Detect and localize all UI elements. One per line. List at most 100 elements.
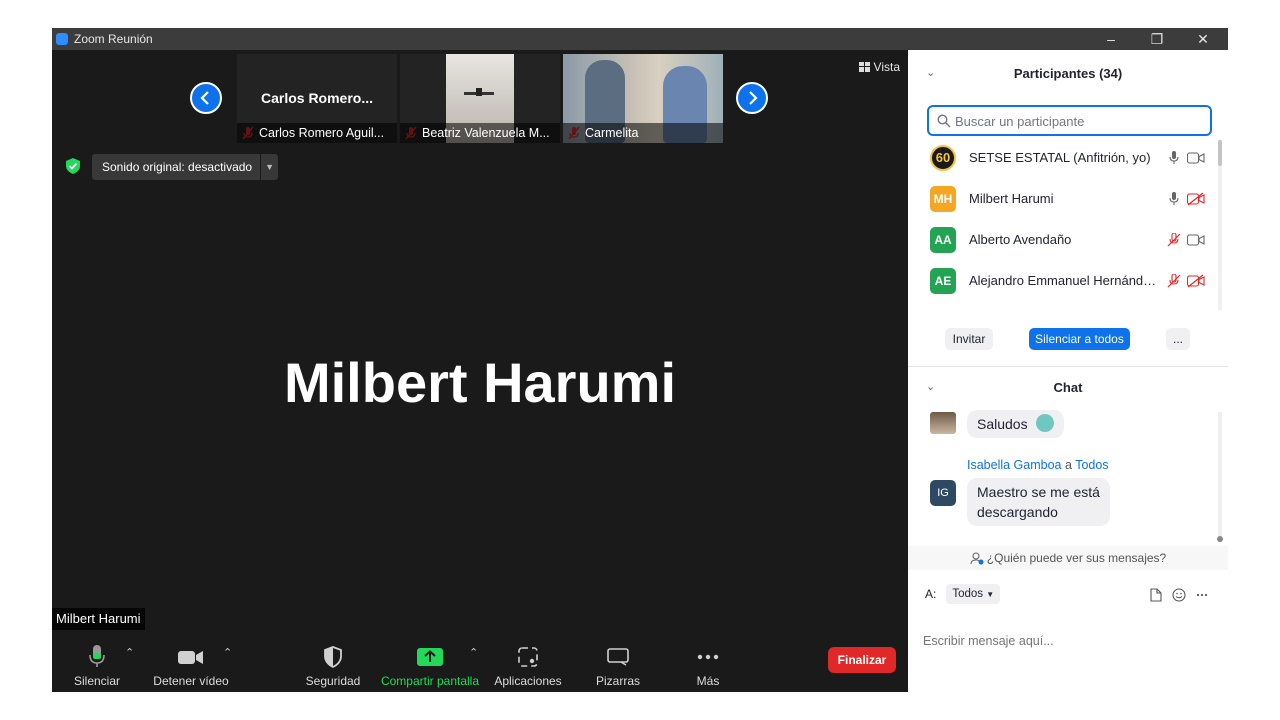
thumbnail-name: Carmelita <box>563 123 723 143</box>
file-icon[interactable] <box>1150 588 1162 602</box>
chat-recipient[interactable]: Todos <box>1075 458 1108 472</box>
chat-sender-line: Isabella Gamboa a Todos <box>967 458 1109 472</box>
search-input[interactable] <box>955 111 1205 131</box>
close-button[interactable]: ✕ <box>1180 28 1226 50</box>
chat-title: Chat <box>1053 380 1083 395</box>
stop-video-label: Detener vídeo <box>153 674 229 688</box>
avatar: AA <box>930 226 956 253</box>
next-page-button[interactable] <box>736 82 768 114</box>
participants-scrollbar[interactable] <box>1218 140 1222 310</box>
collapse-chat-icon[interactable]: ⌄ <box>926 380 935 393</box>
participants-header: ⌄ Participantes (34) <box>908 66 1228 81</box>
mute-label: Silenciar <box>73 674 121 688</box>
original-sound-button[interactable]: Sonido original: desactivado ▼ <box>92 154 279 180</box>
security-button[interactable]: Seguridad <box>304 634 362 692</box>
stop-video-button[interactable]: Detener vídeo <box>152 634 230 692</box>
title-bar: Zoom Reunión – ❐ ✕ <box>52 28 1228 50</box>
mic-icon[interactable] <box>1165 150 1183 166</box>
recipient-dropdown[interactable]: Todos ▼ <box>946 584 1001 604</box>
chat-message-input[interactable] <box>923 634 1213 678</box>
participant-row[interactable]: AE Alejandro Emmanuel Hernánde... <box>930 260 1215 301</box>
share-screen-icon <box>417 648 443 666</box>
minimize-button[interactable]: – <box>1088 28 1134 50</box>
participant-search[interactable] <box>927 105 1212 136</box>
more-dots-icon <box>697 654 719 660</box>
video-options-caret-icon[interactable]: ⌃ <box>223 646 232 659</box>
participant-row[interactable]: AA Alberto Avendaño <box>930 219 1215 260</box>
thumbnail-carlos[interactable]: Carlos Romero... Carlos Romero Aguil... <box>237 54 397 143</box>
chat-scrollbar[interactable] <box>1218 412 1222 542</box>
thumbnail-name: Carlos Romero Aguil... <box>237 123 397 143</box>
apps-button[interactable]: Aplicaciones <box>492 634 564 692</box>
view-label: Vista <box>873 60 900 74</box>
participants-more-button[interactable]: ... <box>1166 328 1190 350</box>
avatar: AE <box>930 267 956 294</box>
chat-more-icon[interactable] <box>1196 593 1208 597</box>
chat-visibility-bar: ¿Quién puede ver sus mensajes? <box>908 546 1228 570</box>
video-off-icon[interactable] <box>1187 191 1205 207</box>
participant-name: SETSE ESTATAL (Anfitrión, yo) <box>969 150 1151 165</box>
panel-divider <box>908 366 1228 367</box>
audio-options-caret-icon[interactable]: ⌃ <box>125 646 134 659</box>
prev-page-button[interactable] <box>190 82 222 114</box>
restore-button[interactable]: ❐ <box>1134 28 1180 50</box>
chat-message-text: descargando <box>977 504 1058 520</box>
scrollbar-thumb[interactable] <box>1218 140 1222 166</box>
active-speaker-name: Milbert Harumi <box>283 351 677 414</box>
whiteboards-label: Pizarras <box>595 674 640 688</box>
side-panel: ⌄ Participantes (34) 60 SETSE ESTATAL (A… <box>908 50 1228 692</box>
chat-recipient-row: A: Todos ▼ <box>925 582 1001 606</box>
who-can-see-link[interactable]: ¿Quién puede ver sus mensajes? <box>987 551 1166 565</box>
thumbnail-beatriz[interactable]: Beatriz Valenzuela M... <box>400 54 560 143</box>
collapse-participants-icon[interactable]: ⌄ <box>926 66 935 79</box>
scroll-down-icon[interactable] <box>1217 536 1223 542</box>
chat-header: ⌄ Chat <box>908 380 1228 395</box>
participant-name: Milbert Harumi <box>969 191 1054 206</box>
whiteboard-icon <box>607 648 629 666</box>
mute-button[interactable]: Silenciar <box>72 634 122 692</box>
zoom-app-icon <box>56 33 68 45</box>
grid-icon <box>858 62 870 72</box>
more-button[interactable]: Más <box>688 634 728 692</box>
chat-message-text: Maestro se me está <box>977 484 1100 500</box>
emoji-picker-icon[interactable] <box>1172 588 1186 602</box>
share-screen-button[interactable]: Compartir pantalla <box>378 634 482 692</box>
video-icon[interactable] <box>1187 232 1205 248</box>
invite-button[interactable]: Invitar <box>945 328 993 350</box>
mic-icon[interactable] <box>1165 191 1183 207</box>
chat-message: Maestro se me está descargando <box>967 478 1110 526</box>
thumbnail-label: Carlos Romero... <box>260 90 374 106</box>
speaker-name-tag: Milbert Harumi <box>52 608 145 630</box>
mic-muted-icon[interactable] <box>1165 273 1183 289</box>
mute-all-button[interactable]: Silenciar a todos <box>1029 328 1130 350</box>
security-label: Seguridad <box>305 674 361 688</box>
video-icon[interactable] <box>1187 150 1205 166</box>
view-button[interactable]: Vista <box>858 60 900 74</box>
whiteboards-button[interactable]: Pizarras <box>592 634 644 692</box>
emoji-icon <box>1035 414 1054 432</box>
original-sound-label: Sonido original: desactivado <box>102 160 253 174</box>
avatar: 60 <box>930 144 956 171</box>
chat-sender[interactable]: Isabella Gamboa <box>967 458 1062 472</box>
participant-name: Alberto Avendaño <box>969 232 1072 247</box>
recipient-value: Todos <box>952 588 984 600</box>
participant-row[interactable]: 60 SETSE ESTATAL (Anfitrión, yo) <box>930 137 1215 178</box>
ceiling-fan-hub <box>476 88 482 96</box>
share-options-caret-icon[interactable]: ⌃ <box>469 646 478 659</box>
more-label: Más <box>696 674 720 688</box>
avatar: IG <box>930 480 956 506</box>
zoom-window: Zoom Reunión – ❐ ✕ Carlos Romero... Carl… <box>52 28 1228 692</box>
mic-muted-icon[interactable] <box>1165 232 1183 248</box>
participants-title: Participantes (34) <box>1013 66 1123 81</box>
share-screen-label: Compartir pantalla <box>380 674 480 688</box>
end-meeting-button[interactable]: Finalizar <box>828 647 896 673</box>
microphone-icon <box>89 645 105 667</box>
thumbnail-name: Beatriz Valenzuela M... <box>400 123 560 143</box>
shield-check-icon[interactable] <box>66 158 80 174</box>
to-label: A: <box>925 587 937 601</box>
participant-name: Alejandro Emmanuel Hernánde... <box>969 273 1161 288</box>
thumbnail-carmelita[interactable]: Carmelita <box>563 54 723 143</box>
participant-row[interactable]: MH Milbert Harumi <box>930 178 1215 219</box>
caret-down-icon[interactable]: ▼ <box>260 154 278 180</box>
video-off-icon[interactable] <box>1187 273 1205 289</box>
